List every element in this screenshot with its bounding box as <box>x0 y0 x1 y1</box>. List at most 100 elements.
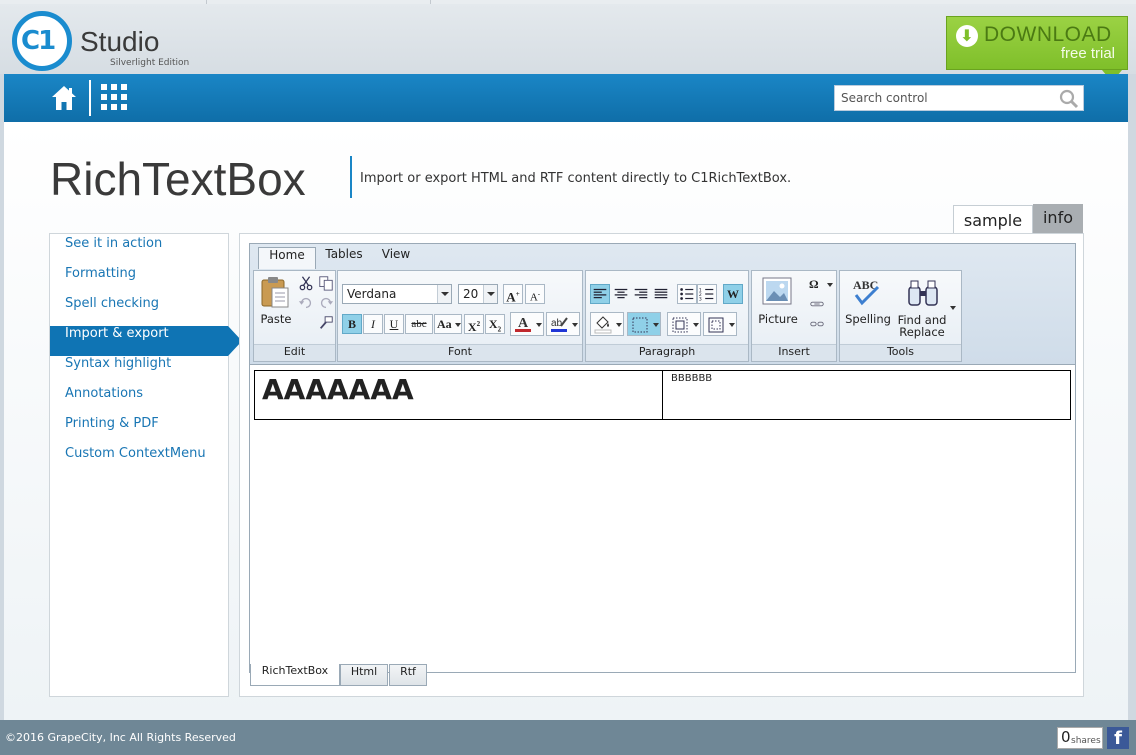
tab-rtf[interactable]: Rtf <box>389 664 427 686</box>
nav-separator <box>89 80 91 116</box>
logo-edition-text: Silverlight Edition <box>110 58 190 68</box>
main-navbar <box>4 74 1128 122</box>
padding-button[interactable] <box>703 312 737 336</box>
sidebar-item-spell-checking[interactable]: Spell checking <box>50 296 228 326</box>
justify-icon[interactable] <box>651 284 671 304</box>
symbol-button[interactable]: Ω <box>806 274 834 294</box>
tab-info[interactable]: info <box>1033 204 1083 233</box>
paste-button-label[interactable]: Paste <box>258 312 294 326</box>
chevron-down-icon <box>616 323 622 327</box>
title-divider <box>350 156 352 198</box>
font-color-button[interactable]: A <box>510 312 544 336</box>
remove-link-icon[interactable] <box>808 315 826 333</box>
share-count-box[interactable]: 0 shares <box>1057 727 1103 749</box>
paragraph-fill-button[interactable] <box>590 312 624 336</box>
ribbon-tab-tables[interactable]: Tables <box>320 247 368 269</box>
table-cell[interactable]: AAAAAAA <box>255 371 663 419</box>
svg-text:A: A <box>518 316 529 331</box>
facebook-icon[interactable]: f <box>1107 727 1129 749</box>
sidebar-item-formatting[interactable]: Formatting <box>50 266 228 296</box>
italic-button[interactable]: I <box>363 314 383 334</box>
paste-icon[interactable] <box>260 276 290 308</box>
underline-button[interactable]: U <box>384 314 404 334</box>
spelling-icon[interactable]: ABC <box>850 277 884 307</box>
document-table[interactable]: AAAAAAA BBBBBB <box>254 370 1071 420</box>
bullet-list-icon[interactable] <box>677 284 697 304</box>
bold-button[interactable]: B <box>342 314 362 334</box>
chevron-down-icon <box>827 283 833 287</box>
strikethrough-button[interactable]: abc <box>405 314 433 334</box>
tab-richtextbox[interactable]: RichTextBox <box>250 664 340 686</box>
free-trial-label: free trial <box>1060 45 1115 62</box>
superscript-icon[interactable]: X2 <box>464 314 484 334</box>
picture-icon[interactable] <box>762 277 792 305</box>
ribbon-group-edit: Paste Edit <box>253 270 336 362</box>
sidebar-item-printing-pdf[interactable]: Printing & PDF <box>50 416 228 446</box>
undo-icon[interactable] <box>297 294 315 312</box>
chevron-down-icon <box>572 323 578 327</box>
cut-icon[interactable] <box>297 274 315 292</box>
paragraph-group-label: Paragraph <box>586 344 748 361</box>
binoculars-icon[interactable] <box>906 279 940 307</box>
font-family-select[interactable]: Verdana <box>342 284 452 304</box>
share-count-label: shares <box>1071 736 1101 746</box>
sample-sidebar: See it in action Formatting Spell checki… <box>49 233 242 697</box>
spelling-button-label[interactable]: Spelling <box>842 312 894 326</box>
logo-studio-text: Studio <box>80 26 160 57</box>
ribbon-tab-view[interactable]: View <box>374 247 418 269</box>
change-case-label: Aa <box>437 317 452 331</box>
border-dotted-icon <box>632 317 648 333</box>
align-right-icon[interactable] <box>631 284 651 304</box>
c1-studio-logo[interactable]: C1 Studio Silverlight Edition <box>12 8 212 71</box>
richtextbox-control: Home Tables View Paste Edit Verdana 20 A… <box>249 243 1076 686</box>
search-input[interactable] <box>835 86 1045 110</box>
ribbon: Home Tables View Paste Edit Verdana 20 A… <box>250 244 1075 365</box>
change-case-button[interactable]: Aa <box>434 314 462 334</box>
ribbon-tab-home[interactable]: Home <box>258 247 316 269</box>
highlighter-icon: ab <box>551 317 568 332</box>
edit-group-label: Edit <box>254 344 335 361</box>
tab-sample[interactable]: sample <box>953 205 1033 235</box>
font-family-value: Verdana <box>347 287 397 301</box>
margin-icon <box>672 317 688 333</box>
font-size-select[interactable]: 20 <box>458 284 498 304</box>
redo-icon[interactable] <box>317 294 335 312</box>
paragraph-border-button[interactable] <box>627 312 661 336</box>
picture-button-label[interactable]: Picture <box>754 312 802 326</box>
format-painter-icon[interactable] <box>317 314 335 332</box>
editor-area[interactable]: AAAAAAA BBBBBB <box>250 366 1075 662</box>
sidebar-item-syntax-highlight[interactable]: Syntax highlight <box>50 356 228 386</box>
margin-button[interactable] <box>667 312 701 336</box>
download-trial-button[interactable]: ⬇ DOWNLOAD free trial <box>946 16 1128 82</box>
site-header: C1 Studio Silverlight Edition ⬇ DOWNLOAD… <box>0 4 1136 82</box>
chevron-down-icon[interactable] <box>950 306 956 310</box>
word-wrap-icon[interactable]: W <box>723 284 743 304</box>
highlight-color-button[interactable]: ab <box>546 312 580 336</box>
chevron-down-icon <box>536 323 542 327</box>
main-content: RichTextBox Import or export HTML and RT… <box>4 122 1128 720</box>
align-center-icon[interactable] <box>611 284 631 304</box>
sidebar-item-import-export[interactable]: Import & export <box>50 326 242 356</box>
insert-group-label: Insert <box>752 344 836 361</box>
find-replace-button-label[interactable]: Find and Replace <box>892 314 952 338</box>
sidebar-item-custom-contextmenu[interactable]: Custom ContextMenu <box>50 446 228 476</box>
align-left-icon[interactable] <box>590 284 610 304</box>
hyperlink-icon[interactable] <box>808 295 826 313</box>
apps-grid-icon[interactable] <box>101 84 127 110</box>
numbered-list-icon[interactable]: 123 <box>697 284 717 304</box>
font-group-label: Font <box>338 344 582 361</box>
site-footer: ©2016 GrapeCity, Inc All Rights Reserved… <box>0 720 1136 755</box>
copy-icon[interactable] <box>317 274 335 292</box>
table-cell[interactable]: BBBBBB <box>664 371 1070 419</box>
sidebar-item-see-it-in-action[interactable]: See it in action <box>50 236 228 266</box>
font-size-value: 20 <box>463 287 479 301</box>
tab-html[interactable]: Html <box>340 664 388 686</box>
subscript-icon[interactable]: X2 <box>485 314 505 334</box>
search-icon[interactable] <box>1059 89 1079 109</box>
sidebar-item-annotations[interactable]: Annotations <box>50 386 228 416</box>
grow-font-icon[interactable]: A+ <box>503 284 523 304</box>
shrink-font-icon[interactable]: A- <box>525 284 545 304</box>
ribbon-group-font: Verdana 20 A+ A- B I U abc Aa X2 X2 A ab… <box>337 270 583 362</box>
padding-icon <box>708 317 724 333</box>
home-icon[interactable] <box>50 84 78 112</box>
